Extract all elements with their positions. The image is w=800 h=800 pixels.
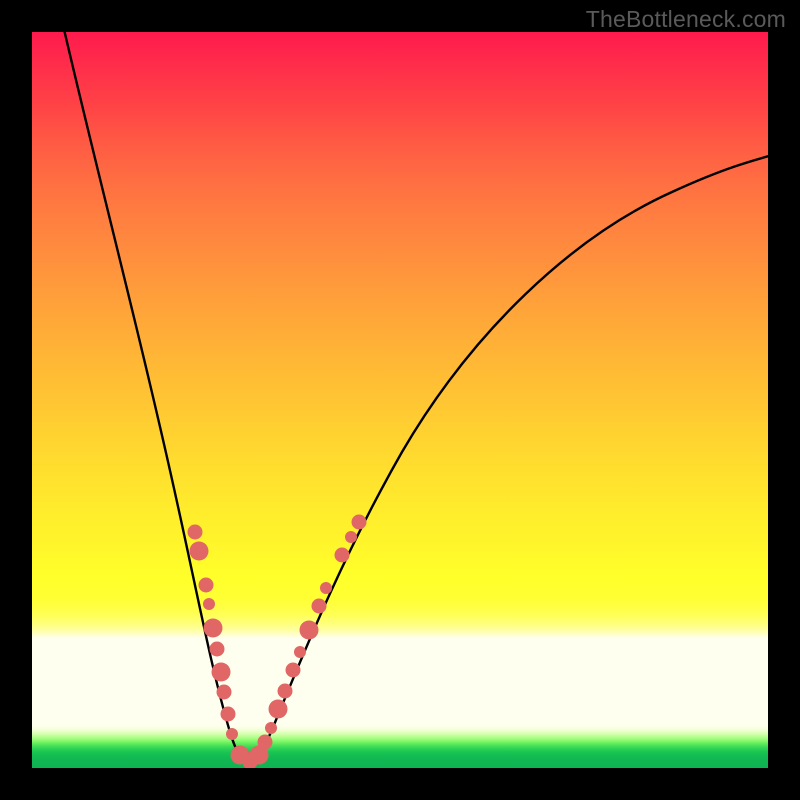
marker-dot: [335, 548, 350, 563]
marker-dot: [204, 619, 223, 638]
marker-dot: [312, 599, 327, 614]
marker-dot: [345, 531, 357, 543]
marker-dot: [258, 735, 273, 750]
marker-dot: [203, 598, 215, 610]
marker-dot: [212, 663, 231, 682]
marker-dot: [300, 621, 319, 640]
marker-dot: [217, 685, 232, 700]
marker-dot: [221, 707, 236, 722]
chart-frame: TheBottleneck.com: [0, 0, 800, 800]
marker-dot: [265, 722, 277, 734]
bottleneck-curve: [32, 32, 768, 768]
marker-dot: [269, 700, 288, 719]
marker-dot: [210, 642, 225, 657]
marker-dot: [190, 542, 209, 561]
marker-dot: [199, 578, 214, 593]
plot-area: [32, 32, 768, 768]
marker-dot: [320, 582, 332, 594]
marker-dot: [226, 728, 238, 740]
marker-dot: [352, 515, 367, 530]
marker-dot: [188, 525, 203, 540]
marker-dot: [294, 646, 306, 658]
marker-dot: [278, 684, 293, 699]
marker-dot: [286, 663, 301, 678]
watermark-text: TheBottleneck.com: [586, 6, 786, 33]
